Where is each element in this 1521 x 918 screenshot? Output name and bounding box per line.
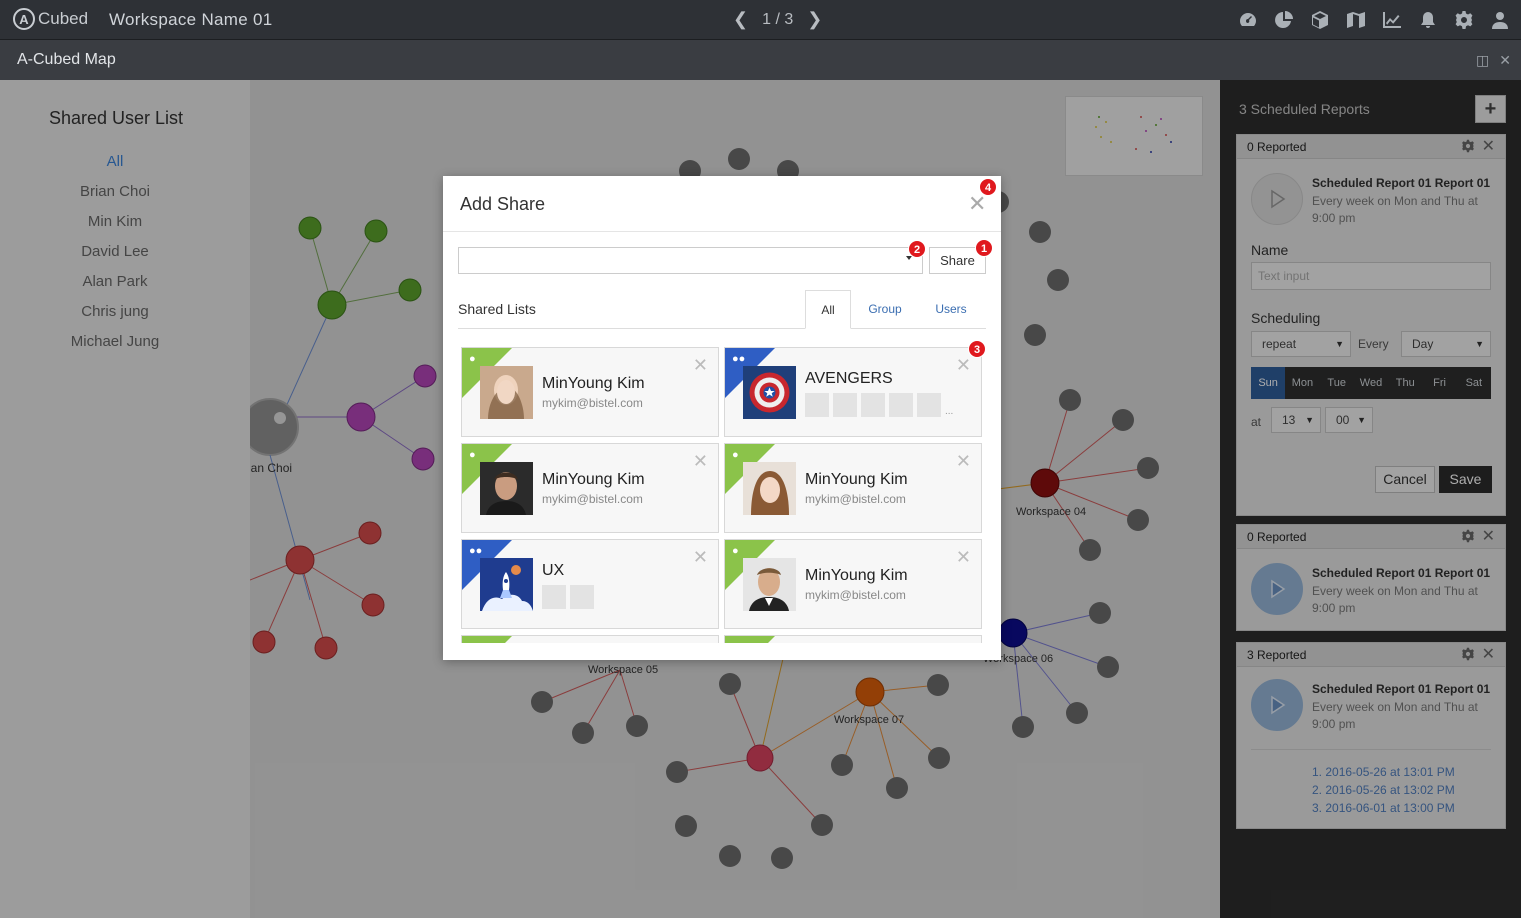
tab-group[interactable]: Group [857, 290, 913, 329]
tab-users[interactable]: Users [923, 290, 979, 329]
toolbar-icons [1237, 9, 1511, 31]
callout-badge: 4 [979, 178, 997, 196]
panel-title: A-Cubed Map [17, 51, 116, 68]
group-icon: ●● [469, 545, 483, 557]
group-members [542, 585, 594, 609]
chevron-left-icon[interactable]: ❮ [733, 9, 748, 30]
group-members [805, 393, 941, 417]
list-item[interactable]: ●● UX ✕ [461, 539, 719, 629]
list-item[interactable] [461, 635, 719, 643]
list-item[interactable]: ● MinYoung Kim mykim@bistel.com ✕ [461, 443, 719, 533]
list-item[interactable]: ● MinYoung Kim mykim@bistel.com ✕ [724, 539, 982, 629]
divider [443, 231, 1001, 232]
line-chart-icon[interactable] [1381, 9, 1403, 31]
list-item[interactable]: ●● AVENGERS ... ✕ [724, 347, 982, 437]
user-name: MinYoung Kim [542, 375, 645, 392]
panel-title-bar: A-Cubed Map ◫ ✕ [0, 40, 1521, 80]
caret-down-icon [906, 256, 912, 260]
shared-lists-label: Shared Lists [458, 301, 536, 317]
chevron-right-icon[interactable]: ❯ [807, 9, 822, 30]
user-icon[interactable] [1489, 9, 1511, 31]
gear-icon[interactable] [1453, 9, 1475, 31]
avatar [743, 558, 796, 611]
close-icon[interactable]: ✕ [1499, 52, 1511, 69]
pie-chart-icon[interactable] [1273, 9, 1295, 31]
maximize-icon[interactable]: ◫ [1476, 52, 1489, 69]
page-indicator: 1 / 3 [762, 10, 794, 28]
user-icon: ● [732, 449, 739, 461]
group-name: AVENGERS [805, 370, 893, 387]
remove-icon[interactable]: ✕ [956, 452, 971, 470]
avatar [480, 462, 533, 515]
cube-icon[interactable] [1309, 9, 1331, 31]
more-members: ... [945, 406, 954, 417]
remove-icon[interactable]: ✕ [956, 548, 971, 566]
dialog-title: Add Share [460, 194, 546, 214]
dashboard-icon[interactable] [1237, 9, 1259, 31]
app-logo[interactable]: A Cubed [13, 8, 88, 30]
user-tag [462, 636, 512, 643]
user-name: MinYoung Kim [805, 567, 908, 584]
avatar [480, 558, 533, 611]
remove-icon[interactable]: ✕ [693, 356, 708, 374]
top-bar: A Cubed Workspace Name 01 ❮ 1 / 3 ❯ [0, 0, 1521, 40]
callout-badge: 2 [908, 240, 926, 258]
share-target-combobox[interactable] [458, 247, 923, 274]
avatar [743, 462, 796, 515]
user-email: mykim@bistel.com [542, 492, 643, 506]
user-icon: ● [732, 545, 739, 557]
remove-icon[interactable]: ✕ [693, 548, 708, 566]
map-icon[interactable] [1345, 9, 1367, 31]
avatar [480, 366, 533, 419]
add-share-dialog: Add Share ✕ 4 2 Share 1 Shared Lists All… [443, 176, 1001, 660]
user-name: MinYoung Kim [542, 471, 645, 488]
bell-icon[interactable] [1417, 9, 1439, 31]
remove-icon[interactable]: ✕ [693, 452, 708, 470]
user-email: mykim@bistel.com [805, 492, 906, 506]
avatar [743, 366, 796, 419]
workspace-name: Workspace Name 01 [109, 10, 273, 29]
user-tag [725, 636, 775, 643]
user-icon: ● [469, 449, 476, 461]
list-item[interactable]: ● MinYoung Kim mykim@bistel.com ✕ [724, 443, 982, 533]
shared-list: ● MinYoung Kim mykim@bistel.com ✕ ●● AVE… [458, 343, 986, 643]
remove-icon[interactable]: ✕ [956, 356, 971, 374]
tab-all[interactable]: All [805, 290, 851, 329]
window-controls: ◫ ✕ [1476, 52, 1511, 69]
callout-badge: 1 [975, 239, 993, 257]
list-item[interactable] [724, 635, 982, 643]
list-item[interactable]: ● MinYoung Kim mykim@bistel.com ✕ [461, 347, 719, 437]
user-name: MinYoung Kim [805, 471, 908, 488]
callout-badge: 3 [968, 340, 986, 358]
page-navigator: ❮ 1 / 3 ❯ [733, 9, 822, 30]
logo-a-icon: A [13, 8, 35, 30]
group-name: UX [542, 562, 565, 579]
user-email: mykim@bistel.com [805, 588, 906, 602]
user-icon: ● [469, 353, 476, 365]
group-icon: ●● [732, 353, 746, 365]
user-email: mykim@bistel.com [542, 396, 643, 410]
logo-text: Cubed [38, 9, 89, 28]
close-icon[interactable]: ✕ [968, 193, 986, 215]
